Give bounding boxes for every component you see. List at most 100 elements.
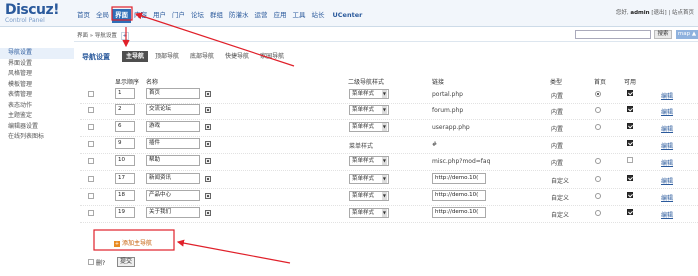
map-button[interactable]: map ▲ — [676, 30, 698, 39]
style-picker-icon[interactable] — [205, 193, 211, 199]
tab-main-nav[interactable]: 主导航 — [122, 51, 149, 62]
nav-tools[interactable]: 工具 — [290, 9, 309, 23]
row-delete-checkbox[interactable] — [88, 107, 94, 113]
logout-link[interactable]: [退出] — [651, 10, 666, 16]
enabled-checkbox[interactable] — [627, 175, 633, 181]
row-delete-checkbox[interactable] — [88, 124, 94, 130]
search-input[interactable] — [575, 30, 651, 39]
order-input[interactable]: 2 — [115, 104, 135, 115]
delete-all-checkbox[interactable] — [88, 259, 94, 265]
name-input[interactable]: 关于我们 — [146, 207, 200, 218]
style-picker-icon[interactable] — [205, 158, 211, 164]
name-input[interactable]: 首页 — [146, 88, 200, 99]
edit-link[interactable]: 编辑 — [661, 107, 673, 116]
order-input[interactable]: 18 — [115, 190, 135, 201]
order-input[interactable]: 17 — [115, 173, 135, 184]
home-radio[interactable] — [595, 124, 601, 130]
nav-webmaster[interactable]: 站长 — [309, 9, 328, 23]
enabled-checkbox[interactable] — [627, 140, 633, 146]
name-input[interactable]: 帮助 — [146, 155, 200, 166]
nav-content[interactable]: 内容 — [131, 9, 150, 23]
site-home-link[interactable]: 站点首页 — [672, 10, 694, 16]
url-input[interactable]: http://demo.10( — [432, 190, 486, 201]
tab-home-nav[interactable]: 家园导航 — [256, 51, 288, 62]
sidebar-item-nav-settings[interactable]: 导航设置 — [0, 48, 74, 59]
subnav-style-select[interactable]: 菜单样式 — [349, 122, 389, 132]
enabled-checkbox[interactable] — [627, 90, 633, 96]
enabled-checkbox[interactable] — [627, 123, 633, 129]
sidebar-item-styles[interactable]: 风格管理 — [0, 69, 74, 80]
row-delete-checkbox[interactable] — [88, 158, 94, 164]
subnav-style-select[interactable]: 菜单样式 — [349, 105, 389, 115]
url-input[interactable]: http://demo.10( — [432, 207, 486, 218]
add-main-nav-link[interactable]: + 添加主导航 — [114, 238, 152, 247]
name-input[interactable]: 新闻资讯 — [146, 173, 200, 184]
row-delete-checkbox[interactable] — [88, 193, 94, 199]
nav-forum[interactable]: 论坛 — [188, 9, 207, 23]
home-radio[interactable] — [595, 107, 601, 113]
order-input[interactable]: 9 — [115, 138, 135, 149]
edit-link[interactable]: 编辑 — [661, 124, 673, 133]
style-picker-icon[interactable] — [205, 176, 211, 182]
subnav-style-select[interactable]: 菜单样式 — [349, 208, 389, 218]
nav-home[interactable]: 首页 — [74, 9, 93, 23]
nav-operations[interactable]: 运营 — [252, 9, 271, 23]
row-delete-checkbox[interactable] — [88, 91, 94, 97]
name-input[interactable]: 插件 — [146, 138, 200, 149]
edit-link[interactable]: 编辑 — [661, 210, 673, 219]
tab-quick-nav[interactable]: 快捷导航 — [221, 51, 253, 62]
nav-antispam[interactable]: 防灌水 — [226, 9, 252, 23]
edit-link[interactable]: 编辑 — [661, 176, 673, 185]
nav-portal[interactable]: 门户 — [169, 9, 188, 23]
enabled-checkbox[interactable] — [627, 192, 633, 198]
url-input[interactable]: http://demo.10( — [432, 173, 486, 184]
nav-users[interactable]: 用户 — [150, 9, 169, 23]
row-delete-checkbox[interactable] — [88, 176, 94, 182]
edit-link[interactable]: 编辑 — [661, 193, 673, 202]
order-input[interactable]: 10 — [115, 155, 135, 166]
style-picker-icon[interactable] — [205, 210, 211, 216]
style-picker-icon[interactable] — [205, 141, 211, 147]
nav-apps[interactable]: 应用 — [271, 9, 290, 23]
home-radio[interactable] — [595, 91, 601, 97]
sidebar-item-templates[interactable]: 模板管理 — [0, 80, 74, 91]
subnav-style-select[interactable]: 菜单样式 — [349, 191, 389, 201]
subnav-style-select[interactable]: 菜单样式 — [349, 89, 389, 99]
edit-link[interactable]: 编辑 — [661, 158, 673, 167]
sidebar-item-actions[interactable]: 表态动作 — [0, 101, 74, 112]
order-input[interactable]: 19 — [115, 207, 135, 218]
sidebar-item-thread-stamps[interactable]: 主题鉴定 — [0, 111, 74, 122]
nav-global[interactable]: 全局 — [93, 9, 112, 23]
home-radio[interactable] — [595, 158, 601, 164]
order-input[interactable]: 6 — [115, 121, 135, 132]
submit-button[interactable]: 提交 — [117, 257, 135, 267]
add-shortcut-button[interactable]: + — [120, 32, 130, 40]
home-radio[interactable] — [595, 193, 601, 199]
name-input[interactable]: 游戏 — [146, 121, 200, 132]
logo[interactable]: Discuz! Control Panel — [5, 3, 60, 25]
home-radio[interactable] — [595, 210, 601, 216]
nav-ucenter[interactable]: UCenter — [328, 9, 366, 23]
sidebar-item-smilies[interactable]: 表情管理 — [0, 90, 74, 101]
edit-link[interactable]: 编辑 — [661, 91, 673, 100]
name-input[interactable]: 交流论坛 — [146, 104, 200, 115]
sidebar-item-online-icons[interactable]: 在线列表图标 — [0, 132, 74, 143]
subnav-style-select[interactable]: 菜单样式 — [349, 156, 389, 166]
sidebar-item-interface-settings[interactable]: 界面设置 — [0, 59, 74, 70]
enabled-checkbox[interactable] — [627, 209, 633, 215]
enabled-checkbox[interactable] — [627, 106, 633, 112]
style-picker-icon[interactable] — [205, 107, 211, 113]
order-input[interactable]: 1 — [115, 88, 135, 99]
subnav-style-select[interactable]: 菜单样式 — [349, 174, 389, 184]
search-button[interactable]: 搜索 — [654, 30, 672, 39]
sidebar-item-editor[interactable]: 编辑器设置 — [0, 122, 74, 133]
row-delete-checkbox[interactable] — [88, 141, 94, 147]
tab-footer-nav[interactable]: 底部导航 — [186, 51, 218, 62]
home-radio[interactable] — [595, 176, 601, 182]
nav-interface[interactable]: 界面 — [112, 9, 131, 23]
row-delete-checkbox[interactable] — [88, 210, 94, 216]
style-picker-icon[interactable] — [205, 91, 211, 97]
style-picker-icon[interactable] — [205, 124, 211, 130]
edit-link[interactable]: 编辑 — [661, 141, 673, 150]
tab-top-nav[interactable]: 顶部导航 — [151, 51, 183, 62]
